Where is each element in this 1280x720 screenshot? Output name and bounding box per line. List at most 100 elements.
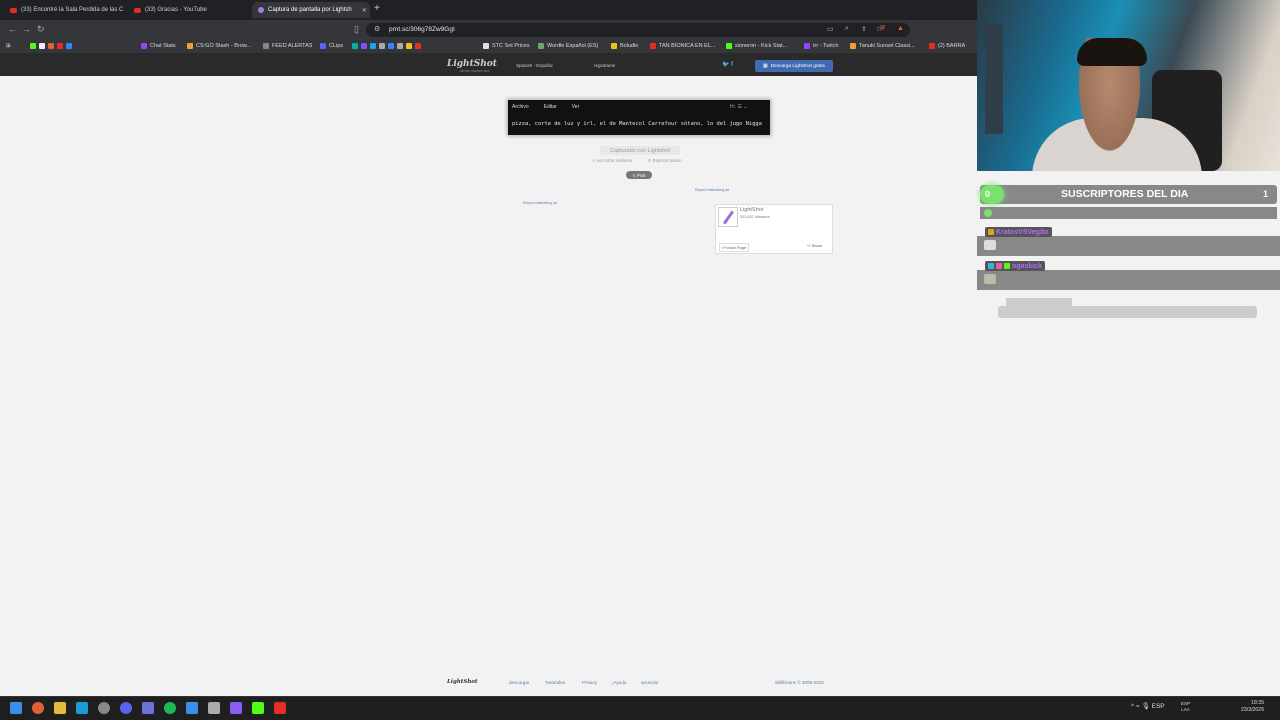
tab-lightshot[interactable]: Captura de pantalla por Lightsh ✕ [252,2,370,18]
footer-link-descargar[interactable]: descargar [509,680,529,685]
captured-label: Capturado con Lightshot [600,146,680,155]
url-text[interactable]: prnt.sc/306g78Zw9GgI [389,26,455,33]
language-selector[interactable]: Spanish - Español [516,63,553,68]
forward-icon[interactable]: → [22,24,31,34]
obs-icon[interactable] [98,702,110,714]
app-icon[interactable] [186,702,198,714]
overlay-placeholder [1006,298,1072,306]
report-ad-link[interactable]: Report misleading ad [695,188,729,192]
sign-in-link[interactable]: registrarse [594,63,615,68]
footer-logo[interactable]: LightShot [447,679,478,685]
windows-start-icon[interactable] [10,702,22,714]
bookmark-clips[interactable]: CLips [320,43,343,49]
footer-link-ayuda[interactable]: ¡Ayuda [612,680,626,685]
clock[interactable]: 18:35 23/3/2026 [1241,700,1264,714]
bookmark-icon [141,43,147,49]
screenshot-menu: Archivo Editar Ver [512,104,579,110]
bookmark-feed-alertas[interactable]: FEED ALERTAS [263,43,312,49]
lightshot-feather-icon[interactable] [718,207,738,227]
bookmark-boludle[interactable]: Boludle [611,43,638,49]
screenshot-text: pizza, corte de luz y irl, el de Manteco… [512,121,762,127]
share-icon[interactable]: ⇪ [861,25,867,33]
bookmark-icon [611,43,617,49]
chat-avatar [984,240,996,250]
find-similar-link[interactable]: ⊙ encontrar similares [592,158,632,163]
tab-youtube-gracias[interactable]: (33) Gracias - YouTube [128,2,248,18]
app-icon[interactable] [230,702,242,714]
close-icon[interactable]: ✕ [362,7,367,14]
page-content [0,54,977,696]
bookmark-icon [650,43,656,49]
report-abuse-link[interactable]: ⊡ Reportar abuso [648,158,682,163]
chat-username: ogaskick [985,261,1045,271]
bookmark-icon [538,43,544,49]
brave-shield-icon[interactable]: ⛨ [880,25,885,33]
bookmark-csgo-stash[interactable]: CS:GO Stash - Brow... [187,43,251,49]
follow-page-button[interactable]: f Follow Page [719,243,750,252]
app-icon[interactable] [142,702,154,714]
lightshot-icon [258,7,264,13]
brave-browser-icon[interactable] [32,702,44,714]
youtube-icon [134,7,141,13]
spotify-icon[interactable] [164,702,176,714]
reload-icon[interactable]: ↻ [37,24,45,35]
report-ad-link[interactable]: Report misleading ad [523,201,557,205]
bookmark-chat-stats[interactable]: Chat Stats [141,43,176,49]
bookmark-barra[interactable]: (2) BARRA [929,43,965,49]
subs-count: 0 [985,189,991,199]
subs-goal: 1 [1263,189,1269,199]
overlay-placeholder [998,306,1257,318]
chat-avatar [984,274,996,284]
download-button[interactable]: ▦ Descarga Lightshot gratis [755,60,833,72]
post-to-x-button[interactable]: 𝕏 Post [626,171,652,179]
footer-link-privacy[interactable]: Privacy [582,680,597,685]
subs-title: SUSCRIPTORES DEL DIA [1061,188,1189,200]
bookmark-tan-bionica[interactable]: TAN BIONICA EN EL... [650,43,715,49]
facebook-followers: 322,837 followers [740,215,770,219]
bookmark-icon [850,43,856,49]
bookmark-kick-stats[interactable]: sioneron - Kick Stat... [726,43,787,49]
footer-link-anunciar[interactable]: anunciar [641,680,659,685]
menu-editar: Editar [543,104,557,110]
kick-icon[interactable] [252,702,264,714]
bookmark-icon [804,43,810,49]
bookmark-icons-group-2[interactable] [352,43,421,49]
file-explorer-icon[interactable] [54,702,66,714]
facebook-page-name[interactable]: LightShot [740,207,763,213]
youtube-icon [10,7,17,13]
cast-icon[interactable]: ▭ [827,25,834,33]
logo-subtitle: simple capture tool [460,69,490,73]
bookmark-icon [726,43,732,49]
discord-icon[interactable] [120,702,132,714]
menu-archivo: Archivo [512,104,529,110]
site-info-icon[interactable]: ⚙ [374,25,380,33]
bookmark-icon [483,43,489,49]
brave-rewards-icon[interactable]: ▲ [897,25,904,32]
steam-icon[interactable] [76,702,88,714]
footer-link-tutoriales[interactable]: Tutoriales [545,680,565,685]
lightshot-logo[interactable]: LightShot [447,59,497,69]
bookmark-stc-set-prices[interactable]: STC Set Prices [483,43,530,49]
menu-ver: Ver [571,104,580,110]
bookmark-wordle[interactable]: Wordle Español (ES) [538,43,598,49]
chat-username: KratosVSVegito [985,227,1052,237]
windows-icon: ▦ [763,63,768,69]
bookmark-tanuki[interactable]: Tanuki Sunset Classi... [850,43,915,49]
bookmark-icon [263,43,269,49]
apps-icon[interactable]: ⊞ [6,43,11,49]
system-tray[interactable]: ^ ⌁ 🎙 ESP [1131,702,1165,710]
app-icon[interactable] [208,702,220,714]
back-icon[interactable]: ← [8,24,17,34]
share-button[interactable]: ↪ Share [807,243,822,248]
bookmark-twitch[interactable]: trr - Twitch [804,43,839,49]
new-tab-button[interactable]: + [374,3,380,14]
tab-youtube-sala[interactable]: (33) Encontré la Sala Perdida de las C [4,2,124,18]
bookmark-icon[interactable]: ▯ [354,24,359,35]
zoom-icon[interactable]: ⌕ [845,25,849,33]
app-icon[interactable] [274,702,286,714]
social-icons[interactable]: 🐦 f [722,61,733,68]
bookmark-icon [320,43,326,49]
bookmark-icon [187,43,193,49]
language-indicator[interactable]: ESP LAA [1181,701,1190,713]
bookmark-icons-group[interactable] [30,43,72,49]
